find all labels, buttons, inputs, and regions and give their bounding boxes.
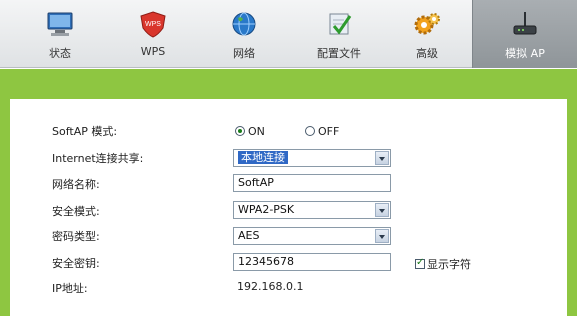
tab-label: 状态	[49, 47, 71, 60]
gears-icon	[414, 13, 440, 35]
show-chars-checkbox[interactable]: 显示字符	[415, 256, 471, 272]
tab-network[interactable]: 网络	[208, 0, 280, 68]
radio-label: OFF	[318, 125, 340, 138]
cipher-type-select[interactable]: AES	[233, 227, 391, 245]
checkbox-box	[415, 257, 425, 269]
tab-label: 模拟 AP	[505, 47, 545, 60]
internet-sharing-select[interactable]: 本地连接	[233, 149, 391, 167]
chevron-down-icon[interactable]	[375, 151, 389, 165]
radio-dot	[305, 126, 315, 136]
softap-on-radio[interactable]: ON	[235, 125, 265, 138]
wps-shield-icon: WPS	[140, 11, 166, 38]
tab-wps[interactable]: WPS WPS	[117, 0, 189, 68]
tab-label: 高级	[416, 47, 438, 60]
tab-softap[interactable]: 模拟 AP	[472, 0, 577, 68]
globe-icon	[232, 12, 256, 36]
radio-dot	[235, 126, 245, 136]
select-value: WPA2-PSK	[238, 203, 295, 216]
tab-label: 配置文件	[317, 47, 361, 60]
router-antenna-icon	[513, 12, 537, 35]
security-mode-select[interactable]: WPA2-PSK	[233, 201, 391, 219]
tab-status[interactable]: 状态	[24, 0, 96, 68]
internet-sharing-label: Internet连接共享:	[52, 152, 144, 165]
frame-top	[0, 69, 577, 99]
chevron-down-icon[interactable]	[375, 203, 389, 217]
tab-label: 网络	[233, 47, 255, 60]
select-value: AES	[238, 229, 260, 242]
frame-left	[0, 69, 10, 316]
ip-address-value: 192.168.0.1	[237, 280, 304, 293]
network-name-label: 网络名称:	[52, 178, 100, 191]
security-key-label: 安全密钥:	[52, 257, 100, 270]
network-name-input[interactable]: SoftAP	[233, 174, 391, 192]
tab-label: WPS	[140, 45, 166, 58]
chevron-down-icon[interactable]	[375, 229, 389, 243]
frame-right	[567, 69, 577, 316]
select-value: 本地连接	[238, 151, 288, 164]
security-mode-label: 安全模式:	[52, 205, 100, 218]
monitor-icon	[47, 12, 73, 36]
svg-text:WPS: WPS	[145, 21, 161, 28]
security-key-input[interactable]: 12345678	[233, 253, 391, 271]
tab-profiles[interactable]: 配置文件	[303, 0, 375, 68]
cipher-type-label: 密码类型:	[52, 230, 100, 243]
softap-mode-label: SoftAP 模式:	[52, 125, 118, 138]
softap-off-radio[interactable]: OFF	[305, 125, 339, 138]
ip-address-label: IP地址:	[52, 282, 88, 295]
checkbox-label: 显示字符	[427, 258, 471, 271]
radio-label: ON	[248, 125, 265, 138]
tab-advanced[interactable]: 高级	[391, 0, 463, 68]
profile-check-icon	[329, 13, 352, 35]
tab-bar: 状态 WPS WPS 网络 配置文件 高级 模拟 AP	[0, 0, 577, 68]
